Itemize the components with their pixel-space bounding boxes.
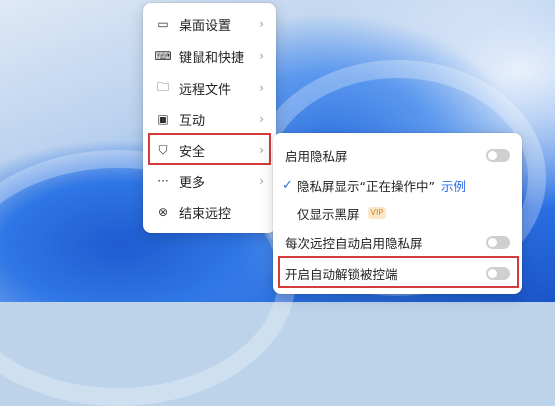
chevron-right-icon: › <box>259 81 264 95</box>
menu-item-interact[interactable]: ▣ 互动 › <box>149 104 270 134</box>
security-highlight-box <box>148 133 271 165</box>
enable-privacy-screen-item[interactable]: 启用隐私屏 <box>285 141 512 169</box>
chevron-right-icon: › <box>259 17 264 31</box>
black-screen-only-item[interactable]: 仅显示黑屏 VIP <box>297 199 512 227</box>
auto-enable-privacy-label: 每次远控自动启用隐私屏 <box>285 235 423 251</box>
chevron-right-icon: › <box>259 174 264 188</box>
close-circle-icon: ⊗ <box>157 205 169 219</box>
checkmark-icon: ✓ <box>282 177 293 193</box>
menu-item-label: 互动 <box>179 113 206 129</box>
privacy-screen-shows-item[interactable]: ✓ 隐私屏显示“正在操作中” 示例 <box>282 171 512 199</box>
menu-item-end-remote[interactable]: ⊗ 结束远控 <box>149 197 270 227</box>
auto-enable-privacy-toggle[interactable] <box>486 235 510 249</box>
example-link[interactable]: 示例 <box>441 176 466 195</box>
main-context-menu: ▭ 桌面设置 › ⌨ 键鼠和快捷 › 🗀 远程文件 › ▣ 互动 › ⛉ 安全 … <box>143 3 276 233</box>
vip-badge: VIP <box>367 207 387 219</box>
black-screen-only-label: 仅显示黑屏 <box>297 206 360 222</box>
folder-icon: 🗀 <box>156 79 169 94</box>
auto-unlock-highlight-box <box>278 256 519 288</box>
menu-item-desktop-settings[interactable]: ▭ 桌面设置 › <box>149 9 270 39</box>
monitor-icon: ▭ <box>157 17 169 31</box>
more-icon: ··· <box>157 174 169 188</box>
chevron-right-icon: › <box>259 112 264 126</box>
chat-icon: ▣ <box>157 112 169 126</box>
chevron-right-icon: › <box>259 49 264 63</box>
menu-item-label: 键鼠和快捷 <box>179 50 245 66</box>
privacy-screen-shows-label: 隐私屏显示“正在操作中” <box>297 178 435 194</box>
menu-item-keyboard-mouse[interactable]: ⌨ 键鼠和快捷 › <box>149 41 270 71</box>
menu-item-more[interactable]: ··· 更多 › <box>149 166 270 196</box>
enable-privacy-screen-label: 启用隐私屏 <box>285 148 348 164</box>
menu-item-label: 更多 <box>179 175 206 191</box>
menu-item-remote-files[interactable]: 🗀 远程文件 › <box>149 73 270 103</box>
menu-item-label: 结束远控 <box>179 206 232 222</box>
enable-privacy-screen-toggle[interactable] <box>486 148 510 162</box>
menu-item-label: 远程文件 <box>179 82 232 98</box>
menu-item-label: 桌面设置 <box>179 18 232 34</box>
keyboard-icon: ⌨ <box>154 49 172 63</box>
auto-enable-privacy-item[interactable]: 每次远控自动启用隐私屏 <box>285 228 512 256</box>
